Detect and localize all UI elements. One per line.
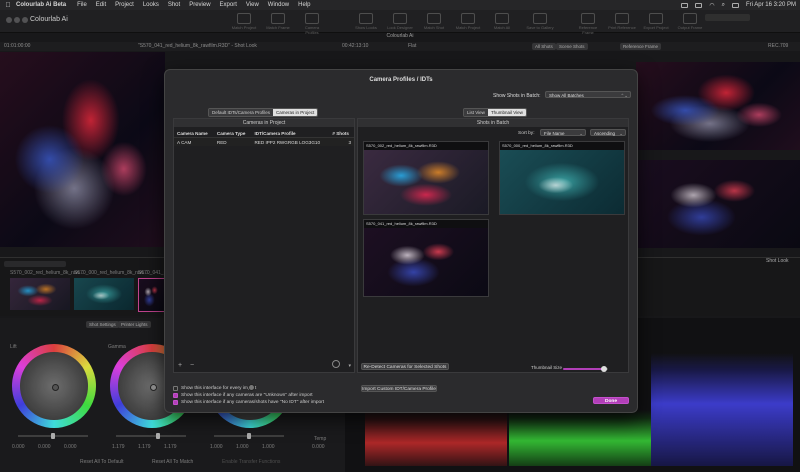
checkbox-label: Show this interface if any cameras are "… — [181, 393, 313, 398]
col-idt-profile[interactable]: IDT/Camera Profile — [251, 129, 330, 138]
shot-thumbnail-label-1: S570_002_red_helium_8k_rawfilm.R3D — [366, 143, 437, 148]
sort-field-popup[interactable]: File Name ⌄ — [540, 129, 586, 136]
shot-thumbnail-label-2: S570_000_red_helium_8k_rawfilm.R3D — [502, 143, 573, 148]
sort-order-chevron-icon: ⌄ — [619, 131, 623, 136]
shot-thumbnail-1[interactable]: S570_002_red_helium_8k_rawfilm.R3D — [363, 141, 489, 215]
dialog-title: Camera Profiles / IDTs — [369, 77, 433, 83]
done-button[interactable]: Done — [593, 397, 629, 404]
shot-thumbnail-image-3 — [364, 228, 488, 296]
checkbox-label: Show this interface if any cameras/shots… — [181, 400, 325, 405]
checkbox-no-idt[interactable]: Show this interface if any cameras/shots… — [173, 400, 324, 405]
redetect-cameras-button[interactable]: Re-Detect Cameras for Selected Shots — [361, 363, 449, 370]
table-row[interactable]: A CAM RED RED IPP2 RWGRGB LOG3G10 3 — [174, 137, 354, 146]
col-camera-type[interactable]: Camera Type — [213, 129, 252, 138]
checkbox-box[interactable] — [173, 386, 178, 391]
remove-camera-button[interactable]: − — [190, 362, 194, 369]
camera-type-cell[interactable]: RED — [213, 137, 252, 146]
tab-list-view[interactable]: List View — [464, 109, 488, 116]
camera-profiles-dialog: Camera Profiles / IDTs Show Shots in Bat… — [164, 69, 638, 413]
tab-cameras-in-project[interactable]: Cameras in Project — [273, 109, 318, 116]
checkbox-unknown-cameras[interactable]: Show this interface if any cameras are "… — [173, 393, 313, 398]
show-shots-popup[interactable]: Show All Batches ⌃⌄ — [545, 91, 631, 98]
camera-shots-cell: 3 — [329, 137, 354, 146]
sort-order-popup[interactable]: Ascending ⌄ — [590, 129, 626, 136]
col-shots[interactable]: # Shots — [329, 129, 354, 138]
sort-order-value: Ascending — [594, 131, 616, 136]
checkbox-every-import[interactable]: Show this interface for every import — [173, 386, 256, 391]
thumbnail-size-knob[interactable] — [600, 366, 607, 372]
checkbox-box[interactable] — [173, 400, 178, 405]
shot-thumbnail-image-1 — [364, 150, 488, 214]
thumbnail-size-slider[interactable] — [563, 366, 608, 372]
thumbnail-size-label: Thumbnail Size — [531, 365, 563, 370]
shot-thumbnail-3[interactable]: S570_041_red_helium_8k_rawfilm.R3D — [363, 219, 489, 297]
import-custom-idt-button[interactable]: Import Custom IDT/Camera Profile — [361, 385, 437, 392]
cameras-panel: Cameras in Project Camera Name Camera Ty… — [173, 118, 355, 373]
popup-chevron-icon: ⌃⌄ — [620, 93, 628, 98]
shot-thumbnail-image-2 — [500, 150, 624, 214]
shot-thumbnail-2[interactable]: S570_000_red_helium_8k_rawfilm.R3D — [499, 141, 625, 215]
tab-default-idts[interactable]: Default IDTs/Camera Profiles — [209, 109, 274, 116]
cameras-table: Camera Name Camera Type IDT/Camera Profi… — [174, 129, 354, 146]
shot-thumbnail-label-3: S570_041_red_helium_8k_rawfilm.R3D — [366, 221, 437, 226]
cameras-panel-title: Cameras in Project — [174, 119, 354, 127]
shots-panel-title: Shots in Batch — [358, 119, 628, 127]
checkbox-label: Show this interface for every import — [181, 386, 257, 391]
col-camera-name[interactable]: Camera Name — [174, 129, 214, 138]
sort-by-label: Sort by: — [518, 131, 535, 136]
camera-profile-cell[interactable]: RED IPP2 RWGRGB LOG3G10 — [251, 137, 330, 146]
add-camera-button[interactable]: + — [178, 362, 182, 369]
sort-field-value: File Name — [544, 131, 565, 136]
show-shots-value: Show All Batches — [549, 93, 584, 98]
chevron-down-icon[interactable]: ▾ — [348, 363, 351, 369]
view-mode-tabs: List View Thumbnail View — [463, 108, 527, 117]
shots-panel: Shots in Batch Sort by: File Name ⌄ Ascen… — [357, 118, 629, 373]
idt-source-tabs: Default IDTs/Camera Profiles Cameras in … — [208, 108, 319, 117]
show-shots-label: Show Shots in Batch: — [493, 93, 541, 99]
camera-name-cell[interactable]: A CAM — [174, 137, 214, 146]
sort-field-chevron-icon: ⌄ — [579, 131, 583, 136]
checkbox-box[interactable] — [173, 393, 178, 398]
tab-thumbnail-view[interactable]: Thumbnail View — [487, 109, 526, 116]
action-menu-icon[interactable] — [332, 360, 340, 368]
